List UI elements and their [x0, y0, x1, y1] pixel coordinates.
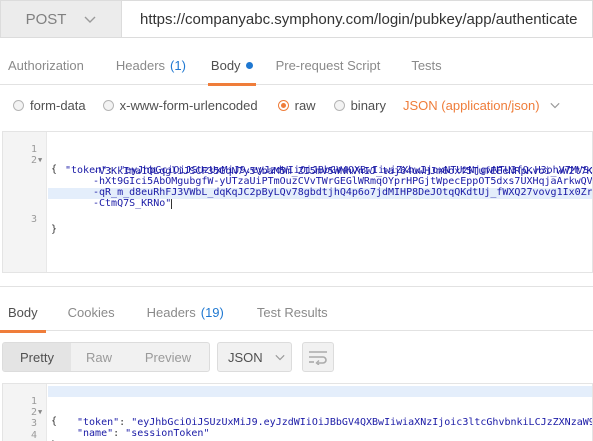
code-line: -hXt9GIci5AbOMgubgfW-yUTzaUiPTmOuzCVvTWr… — [93, 176, 593, 187]
chevron-down-icon — [84, 16, 96, 23]
radio-icon — [333, 99, 345, 111]
response-headers-count: (19) — [200, 305, 224, 320]
headers-count: (1) — [170, 58, 186, 73]
method-select[interactable]: POST — [0, 0, 122, 38]
code-line: 1 ▼ { — [30, 396, 58, 427]
response-toolbar: Pretty Raw Preview JSON — [2, 342, 334, 372]
tab-test-results[interactable]: Test Results — [257, 293, 328, 332]
request-body-editor[interactable]: 1 ▼ { 2 "token": "eyJhbGciOiJSUzUxMiJ9.e… — [2, 131, 593, 273]
code-line: -CtmQ7S_KRNo" — [93, 198, 173, 209]
url-input[interactable]: https://companyabc.symphony.com/login/pu… — [122, 0, 593, 38]
tab-body[interactable]: Body — [207, 46, 256, 86]
radio-binary[interactable]: binary — [333, 98, 386, 113]
wrap-lines-button[interactable] — [302, 342, 334, 372]
section-divider — [0, 286, 593, 287]
tab-tests[interactable]: Tests — [411, 46, 441, 85]
request-tabs: Authorization Headers (1) Body Pre-reque… — [0, 46, 593, 86]
view-raw-button[interactable]: Raw — [71, 343, 127, 371]
method-label: POST — [25, 10, 67, 28]
response-body-viewer[interactable]: 1 ▼ { 2 "token": "eyJhbGciOiJSUzUxMiJ9.e… — [2, 383, 593, 441]
chevron-down-icon — [275, 354, 285, 361]
radio-x-www-form-urlencoded[interactable]: x-www-form-urlencoded — [102, 98, 258, 113]
radio-form-data[interactable]: form-data — [13, 98, 86, 113]
code-line: 1 ▼ { — [30, 144, 58, 175]
response-format-select[interactable]: JSON — [217, 342, 292, 372]
radio-icon — [13, 99, 24, 111]
code-line: 2 "token": "eyJhbGciOiJSUzUxMiJ9.eyJzdWI… — [30, 155, 593, 176]
radio-icon — [102, 99, 114, 111]
tab-headers[interactable]: Headers (1) — [116, 46, 186, 85]
chevron-down-icon — [549, 102, 560, 109]
code-line: 2 "token": "eyJhbGciOiJSUzUxMiJ9.eyJzdWI… — [30, 407, 593, 428]
code-line: 4 } — [30, 430, 57, 441]
response-tabs: Body Cookies Headers (19) Test Results — [0, 293, 593, 333]
code-line: 3 } — [30, 214, 58, 235]
code-line: -qR_m_d8euRhFJ3VWbL_dqKqJC2pByLQv78gbdtj… — [93, 187, 593, 198]
code-line: -V3KkIma1QLqgliJSCF35GqN7y5VbaM5m_ZI5mv5… — [93, 166, 593, 177]
view-mode-group: Pretty Raw Preview — [2, 342, 210, 372]
tab-authorization[interactable]: Authorization — [8, 46, 84, 85]
view-pretty-button[interactable]: Pretty — [3, 343, 71, 371]
radio-selected-icon — [277, 99, 289, 111]
tab-cookies[interactable]: Cookies — [68, 293, 115, 332]
tab-pre-request-script[interactable]: Pre-request Script — [276, 46, 381, 85]
radio-raw[interactable]: raw — [277, 98, 316, 113]
tab-response-headers[interactable]: Headers (19) — [147, 293, 224, 332]
tab-response-body[interactable]: Body — [0, 293, 46, 333]
view-preview-button[interactable]: Preview — [127, 343, 209, 371]
body-type-options: form-data x-www-form-urlencoded raw bina… — [0, 90, 593, 120]
code-line: 3 "name": "sessionToken" — [30, 418, 210, 439]
modified-dot-icon — [245, 62, 253, 69]
wrap-lines-icon — [309, 351, 327, 365]
url-bar: POST https://companyabc.symphony.com/log… — [0, 0, 593, 38]
content-type-select[interactable]: JSON (application/json) — [403, 98, 560, 113]
